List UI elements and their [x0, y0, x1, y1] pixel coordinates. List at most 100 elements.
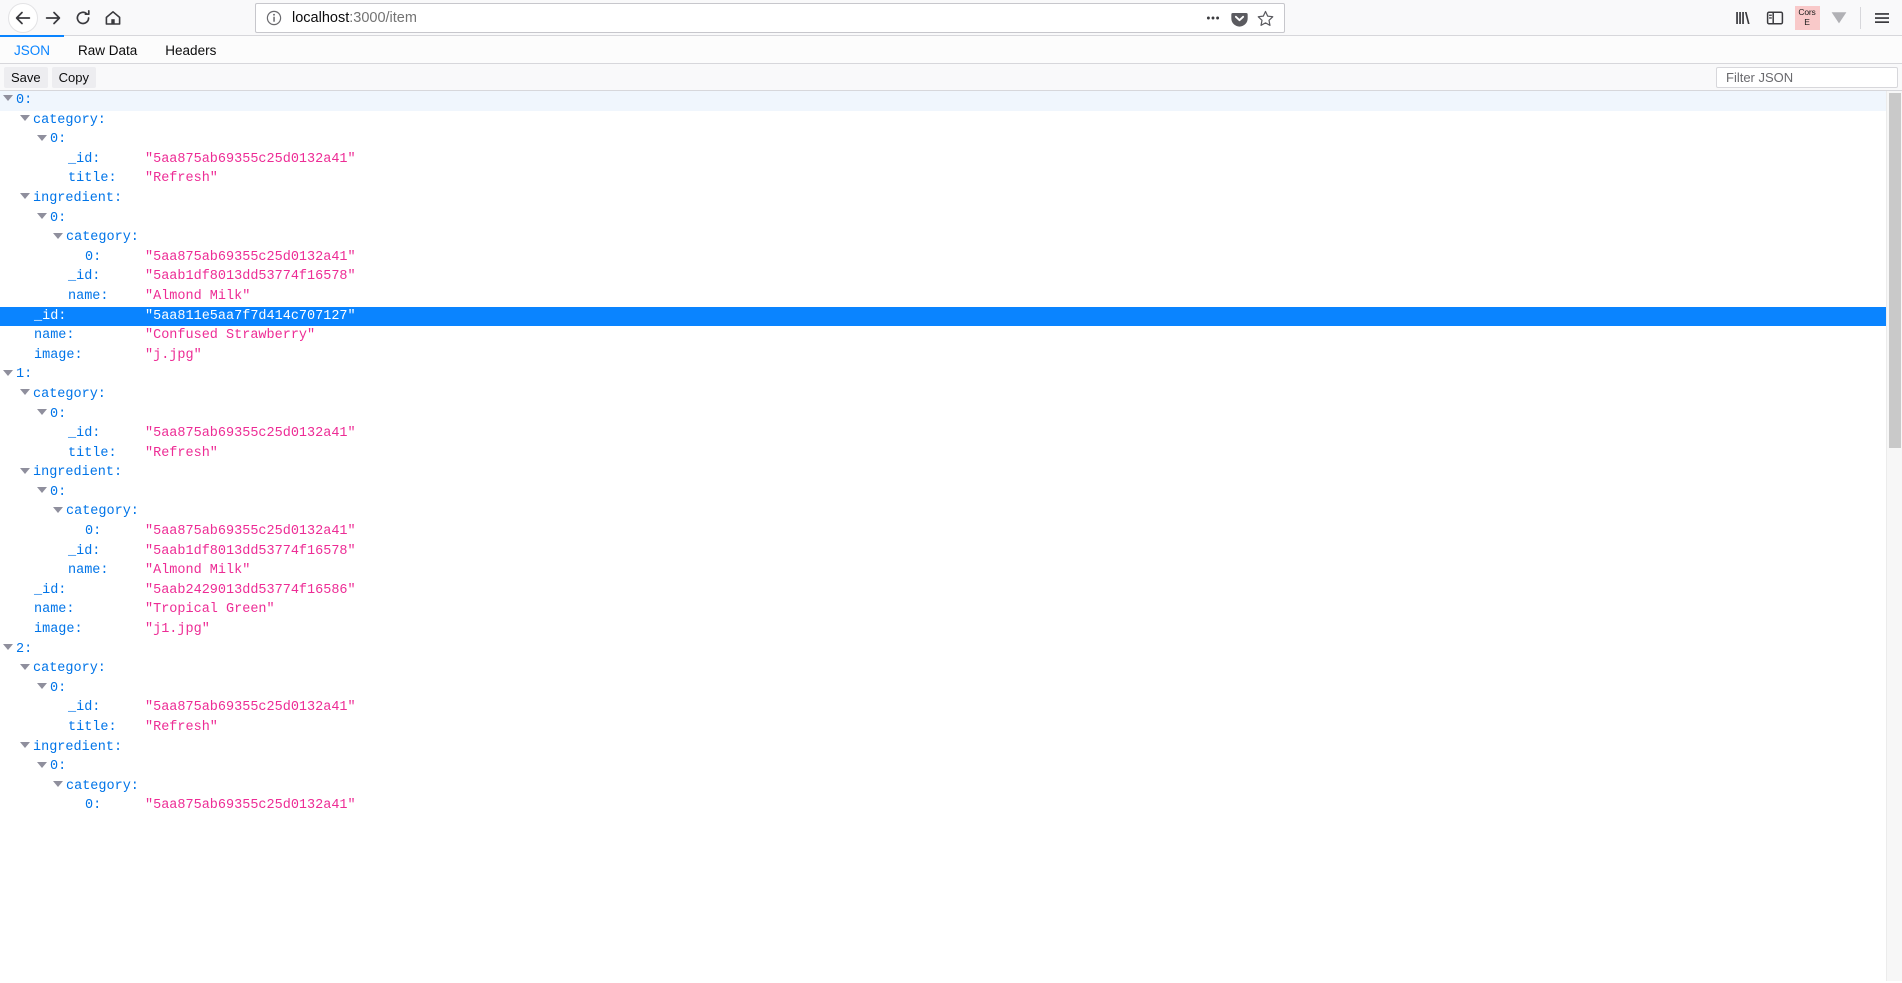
json-value: "Tropical Green" [145, 602, 275, 618]
json-row[interactable]: category: [0, 502, 1902, 522]
json-row[interactable]: image: "j.jpg" [0, 346, 1902, 366]
sidebar-button[interactable] [1759, 3, 1791, 33]
filter-json-container[interactable] [1716, 67, 1902, 88]
expand-collapse-triangle-icon[interactable] [3, 644, 13, 651]
json-row[interactable]: 2: [0, 640, 1902, 660]
json-row-label-group: title: [68, 718, 117, 738]
json-value: "5aa875ab69355c25d0132a41" [145, 700, 356, 716]
filter-json-input[interactable] [1722, 69, 1902, 86]
json-value: "Almond Milk" [145, 563, 251, 579]
expand-collapse-triangle-icon[interactable] [20, 742, 30, 749]
json-row[interactable]: _id: "5aa875ab69355c25d0132a41" [0, 424, 1902, 444]
json-row[interactable]: title: "Refresh" [0, 169, 1902, 189]
expand-collapse-triangle-icon[interactable] [53, 232, 63, 239]
json-key-label: 0: [50, 680, 67, 696]
back-button[interactable] [8, 2, 38, 33]
json-key-label: category: [33, 386, 106, 402]
json-value: "5aa875ab69355c25d0132a41" [145, 426, 356, 442]
expand-collapse-triangle-icon[interactable] [37, 408, 47, 415]
expand-collapse-triangle-icon[interactable] [53, 506, 63, 513]
json-row[interactable]: _id: "5aab1df8013dd53774f16578" [0, 267, 1902, 287]
json-row[interactable]: 0: [0, 679, 1902, 699]
expand-collapse-triangle-icon[interactable] [53, 781, 63, 788]
expand-collapse-triangle-icon[interactable] [37, 487, 47, 494]
tab-headers-label: Headers [165, 43, 217, 58]
json-row-label-group: 0: [37, 405, 66, 425]
downloads-button[interactable] [1823, 3, 1855, 33]
json-row[interactable]: 0: [0, 483, 1902, 503]
json-row[interactable]: name: "Tropical Green" [0, 600, 1902, 620]
cors-extension-button[interactable]: Cors E [1791, 3, 1823, 33]
expand-collapse-triangle-icon[interactable] [20, 467, 30, 474]
json-row[interactable]: ingredient: [0, 738, 1902, 758]
json-row-label-group: title: [68, 169, 117, 189]
page-actions-button[interactable] [1200, 5, 1226, 31]
expand-collapse-triangle-icon[interactable] [20, 389, 30, 396]
json-row-label-group: name: [34, 600, 75, 620]
json-row[interactable]: category: [0, 385, 1902, 405]
json-row[interactable]: _id: "5aab2429013dd53774f16586" [0, 581, 1902, 601]
json-row[interactable]: 0: [0, 91, 1902, 111]
json-row[interactable]: 0: [0, 405, 1902, 425]
json-row[interactable]: category: [0, 111, 1902, 131]
url-bar[interactable]: localhost:3000/item [255, 3, 1285, 33]
copy-button[interactable]: Copy [51, 66, 96, 88]
tab-headers[interactable]: Headers [151, 35, 230, 64]
expand-collapse-triangle-icon[interactable] [20, 193, 30, 200]
json-row[interactable]: name: "Confused Strawberry" [0, 326, 1902, 346]
json-row[interactable]: 0: "5aa875ab69355c25d0132a41" [0, 796, 1902, 816]
bookmark-button[interactable] [1252, 5, 1278, 31]
json-key-label: name: [34, 602, 75, 618]
json-value: "5aa875ab69355c25d0132a41" [145, 524, 356, 540]
json-row[interactable]: name: "Almond Milk" [0, 287, 1902, 307]
json-row-label-group: name: [68, 287, 109, 307]
json-row[interactable]: 0: "5aa875ab69355c25d0132a41" [0, 248, 1902, 268]
json-row[interactable]: 0: [0, 757, 1902, 777]
home-button[interactable] [98, 3, 128, 33]
pocket-button[interactable] [1226, 5, 1252, 31]
json-value: "Refresh" [145, 171, 218, 187]
json-row[interactable]: 0: [0, 130, 1902, 150]
json-row[interactable]: 0: [0, 209, 1902, 229]
expand-collapse-triangle-icon[interactable] [37, 213, 47, 219]
json-row[interactable]: _id: "5aab1df8013dd53774f16578" [0, 542, 1902, 562]
expand-collapse-triangle-icon[interactable] [20, 663, 30, 670]
url-host: localhost [292, 10, 350, 26]
tab-json[interactable]: JSON [0, 35, 65, 64]
save-button[interactable]: Save [4, 66, 48, 88]
reload-button[interactable] [68, 3, 98, 33]
expand-collapse-triangle-icon[interactable] [3, 95, 13, 102]
json-row-label-group: 0: [37, 757, 66, 777]
json-row[interactable]: _id: "5aa875ab69355c25d0132a41" [0, 698, 1902, 718]
json-row[interactable]: category: [0, 228, 1902, 248]
json-row[interactable]: _id: "5aa875ab69355c25d0132a41" [0, 150, 1902, 170]
json-row[interactable]: _id: "5aa811e5aa7f7d414c707127" [0, 306, 1902, 327]
json-key-label: 0: [50, 484, 67, 500]
expand-collapse-triangle-icon[interactable] [37, 683, 47, 690]
json-row[interactable]: 0: "5aa875ab69355c25d0132a41" [0, 522, 1902, 542]
tab-raw-data[interactable]: Raw Data [64, 35, 151, 64]
json-row[interactable]: 1: [0, 365, 1902, 385]
json-row[interactable]: title: "Refresh" [0, 444, 1902, 464]
scrollbar-thumb[interactable] [1889, 93, 1901, 448]
json-row[interactable]: title: "Refresh" [0, 718, 1902, 738]
library-button[interactable] [1727, 3, 1759, 33]
json-row[interactable]: name: "Almond Milk" [0, 561, 1902, 581]
url-text[interactable]: localhost:3000/item [290, 10, 1200, 26]
identity-box[interactable] [256, 10, 290, 26]
json-row[interactable]: category: [0, 777, 1902, 797]
json-row-label-group: _id: [68, 698, 100, 718]
json-row[interactable]: image: "j1.jpg" [0, 620, 1902, 640]
vertical-scrollbar[interactable] [1886, 91, 1902, 981]
expand-collapse-triangle-icon[interactable] [20, 115, 30, 122]
json-row[interactable]: ingredient: [0, 463, 1902, 483]
expand-collapse-triangle-icon[interactable] [3, 369, 13, 376]
app-menu-button[interactable] [1866, 3, 1898, 33]
expand-collapse-triangle-icon[interactable] [37, 761, 47, 768]
forward-button[interactable] [38, 3, 68, 33]
json-row[interactable]: category: [0, 659, 1902, 679]
expand-collapse-triangle-icon[interactable] [37, 134, 47, 141]
json-key-label: 0: [50, 210, 67, 226]
json-row[interactable]: ingredient: [0, 189, 1902, 209]
json-row-label-group: 0: [3, 91, 32, 111]
